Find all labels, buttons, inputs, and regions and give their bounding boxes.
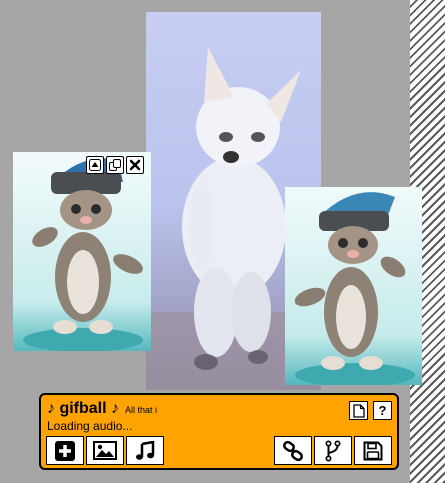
help-button[interactable]: ? [373, 401, 392, 420]
add-button[interactable] [46, 436, 84, 465]
move-up-icon [89, 159, 101, 171]
kitten-gif-tile-left[interactable] [13, 152, 151, 351]
music-note-icon [136, 440, 155, 460]
tagline: All that i [125, 405, 158, 415]
tile-controls [86, 156, 144, 176]
add-image-button[interactable] [86, 436, 124, 465]
save-button[interactable] [354, 436, 392, 465]
fork-button[interactable] [314, 436, 352, 465]
fork-icon [325, 439, 341, 461]
status-text: Loading audio... [47, 419, 133, 433]
kitten-image [285, 187, 422, 385]
link-button[interactable] [274, 436, 312, 465]
close-icon [129, 159, 141, 171]
title-row: ♪ gifball ♪ All that i [47, 400, 163, 420]
top-tools: ? [349, 401, 392, 420]
help-icon: ? [378, 403, 387, 418]
add-icon [55, 440, 75, 461]
new-page-button[interactable] [349, 401, 368, 420]
duplicate-button[interactable] [106, 156, 124, 174]
image-icon [93, 441, 117, 460]
app-title: ♪ gifball ♪ [47, 400, 119, 417]
kitten-gif-tile-right[interactable] [285, 187, 422, 385]
save-icon [363, 441, 383, 460]
add-audio-button[interactable] [126, 436, 164, 465]
close-button[interactable] [126, 156, 144, 174]
kitten-image [13, 152, 151, 351]
new-page-icon [352, 403, 365, 418]
media-buttons [46, 436, 164, 465]
move-up-button[interactable] [86, 156, 104, 174]
gifball-panel: ♪ gifball ♪ All that i Loading audio... … [39, 393, 399, 470]
duplicate-icon [109, 159, 121, 171]
link-icon [283, 440, 303, 461]
share-buttons [274, 436, 392, 465]
